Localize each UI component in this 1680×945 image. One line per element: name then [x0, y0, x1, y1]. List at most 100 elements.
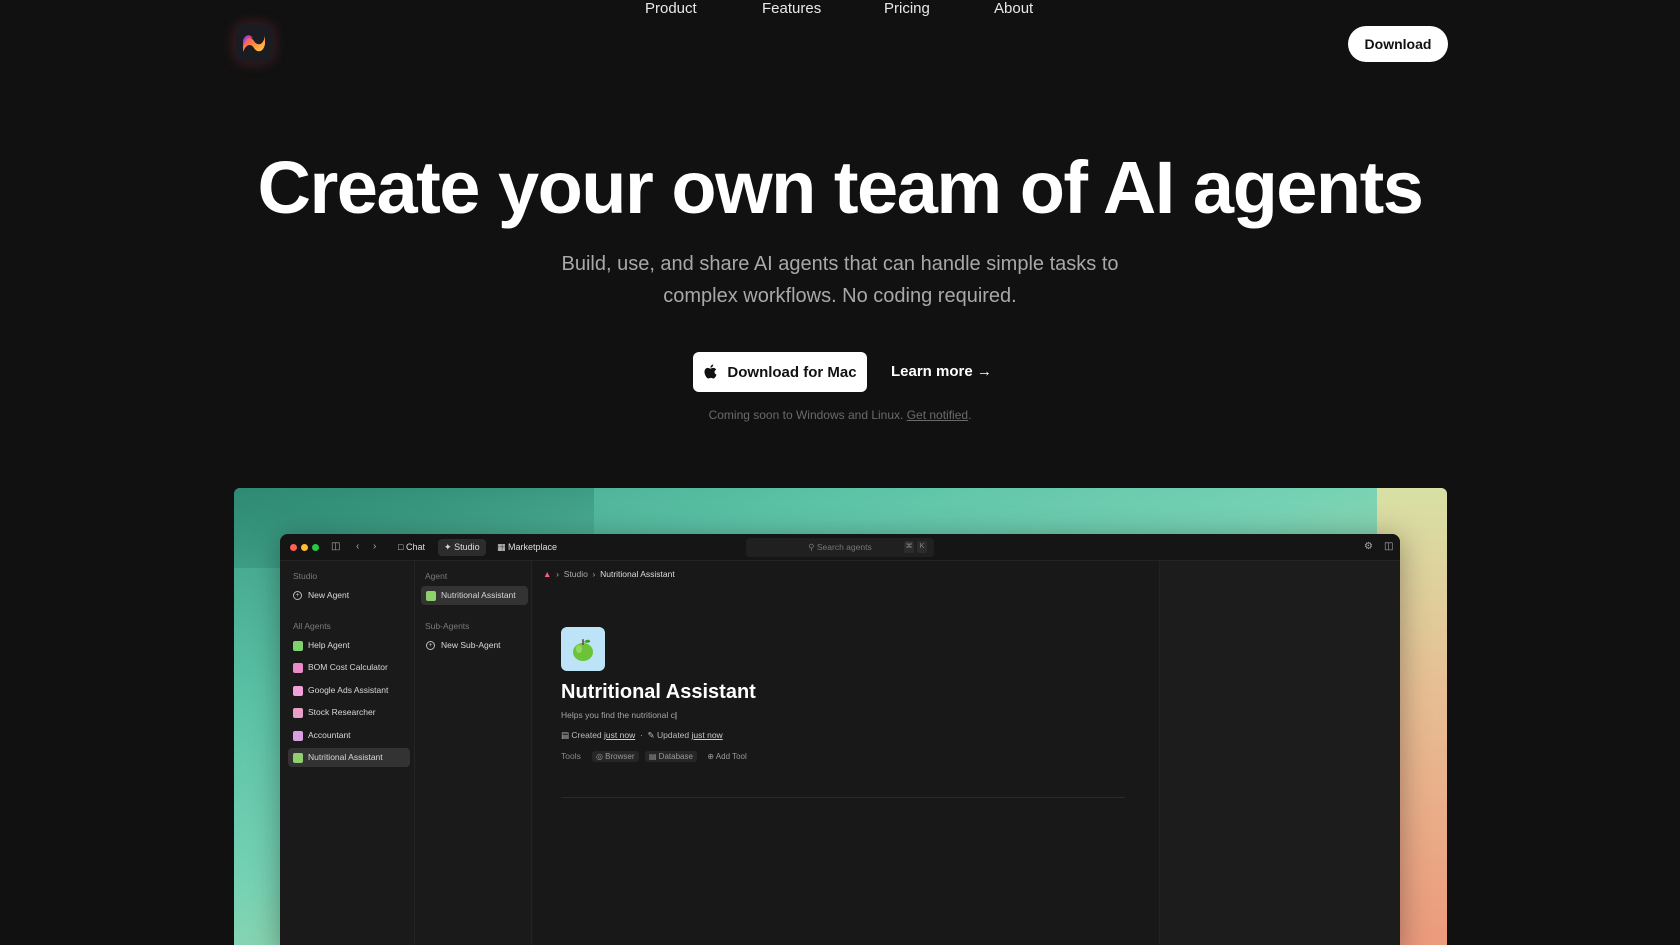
app-logo[interactable]: [235, 24, 273, 62]
help-agent-icon: [293, 641, 303, 651]
globe-icon: ◎: [595, 752, 603, 761]
search-agents-input[interactable]: ⚲ Search agents ⌘ K: [746, 538, 934, 557]
close-window-dot[interactable]: [290, 544, 297, 551]
agent-structure-panel: Agent Nutritional Assistant Sub-Agents +…: [416, 561, 532, 945]
search-placeholder: Search agents: [816, 542, 872, 552]
nav-features[interactable]: Features: [762, 0, 821, 17]
forward-icon[interactable]: ›: [373, 541, 376, 553]
breadcrumb: ▲ › Studio › Nutritional Assistant: [543, 569, 675, 579]
sidebar-item-label: Nutritional Assistant: [308, 752, 383, 762]
ads-icon: [293, 686, 303, 696]
plus-circle-icon: +: [293, 591, 302, 600]
created-value: just now: [604, 730, 636, 740]
sidebar-item-google-ads-assistant[interactable]: Google Ads Assistant: [288, 681, 408, 700]
new-agent-label: New Agent: [308, 590, 350, 600]
plus-circle-icon: ⊕: [707, 752, 714, 761]
tab-marketplace[interactable]: ▦ Marketplace: [491, 539, 563, 556]
chat-icon: □: [398, 542, 404, 552]
agent-name-title[interactable]: Nutritional Assistant: [561, 681, 756, 704]
logo-icon: [243, 35, 265, 52]
updated-value: just now: [691, 730, 723, 740]
app-window: ◫ ‹ › □ Chat ✦ Studio ▦ Marketplace ⚲ Se…: [280, 534, 1400, 945]
tool-chip-label: Browser: [605, 752, 635, 761]
download-for-mac-button[interactable]: Download for Mac: [693, 352, 867, 392]
tool-chip-database[interactable]: ▤ Database: [644, 751, 697, 762]
studio-section-label: Studio: [293, 571, 318, 581]
nav-download-button[interactable]: Download: [1348, 26, 1448, 62]
tab-studio[interactable]: ✦ Studio: [438, 539, 486, 556]
plus-circle-icon: +: [426, 641, 435, 650]
download-for-mac-label: Download for Mac: [727, 363, 857, 381]
back-icon[interactable]: ‹: [356, 541, 359, 553]
panel-toggle-icon[interactable]: ◫: [1384, 541, 1393, 553]
green-apple-icon: [573, 639, 593, 661]
ledger-icon: [293, 731, 303, 741]
tab-studio-label: Studio: [454, 542, 480, 552]
database-icon: ▤: [648, 752, 657, 761]
sidebar-toggle-icon[interactable]: ◫: [331, 541, 340, 553]
tab-chat[interactable]: □ Chat: [392, 539, 431, 556]
gear-icon[interactable]: ⚙: [1364, 541, 1373, 553]
get-notified-link[interactable]: Get notified: [907, 408, 968, 422]
add-tool-button[interactable]: ⊕ Add Tool: [703, 751, 750, 762]
store-icon: ▦: [497, 542, 506, 552]
shortcut-cmd-key: ⌘: [904, 541, 914, 553]
breadcrumb-studio[interactable]: Studio: [564, 569, 588, 579]
updated-label: Updated: [657, 730, 690, 740]
pencil-icon: ✎: [647, 730, 655, 740]
calendar-icon: ▤: [561, 730, 570, 740]
breadcrumb-current: Nutritional Assistant: [600, 569, 675, 579]
agent-item-label: Nutritional Assistant: [441, 590, 516, 600]
app-titlebar: ◫ ‹ › □ Chat ✦ Studio ▦ Marketplace ⚲ Se…: [280, 534, 1400, 561]
hero-title: Create your own team of AI agents: [257, 146, 1424, 229]
tools-label: Tools: [561, 751, 581, 761]
content-divider: [561, 797, 1125, 798]
right-panel: [1159, 561, 1400, 945]
coming-soon-period: .: [968, 408, 972, 422]
nav-pricing[interactable]: Pricing: [884, 0, 930, 17]
agent-meta: ▤ Created just now · ✎ Updated just now: [561, 730, 723, 740]
sidebar-item-label: Help Agent: [308, 640, 350, 650]
maximize-window-dot[interactable]: [312, 544, 319, 551]
agent-description-input[interactable]: Helps you find the nutritional c|: [561, 710, 677, 720]
new-sub-agent-label: New Sub-Agent: [441, 640, 501, 650]
sparkle-icon: ✦: [444, 542, 452, 552]
hero-subtitle: Build, use, and share AI agents that can…: [561, 253, 1119, 307]
tool-chip-label: Database: [658, 752, 693, 761]
agent-editor: ▲ › Studio › Nutritional Assistant Nutri…: [533, 561, 1159, 945]
created-label: Created: [571, 730, 602, 740]
agent-section-label: Agent: [425, 571, 448, 581]
logo-small-icon: ▲: [543, 569, 552, 579]
nav-product[interactable]: Product: [645, 0, 697, 17]
apple-fruit-icon: [293, 753, 303, 763]
all-agents-label: All Agents: [293, 621, 331, 631]
new-agent-button[interactable]: + New Agent: [288, 586, 408, 605]
agent-item-nutritional-assistant[interactable]: Nutritional Assistant: [421, 586, 528, 605]
add-tool-label: Add Tool: [715, 752, 747, 761]
tab-chat-label: Chat: [405, 542, 425, 552]
tool-chip-browser[interactable]: ◎ Browser: [591, 751, 639, 762]
tools-row: Tools ◎ Browser ▤ Database ⊕ Add Tool: [561, 751, 751, 762]
agent-avatar[interactable]: [561, 627, 605, 671]
minimize-window-dot[interactable]: [301, 544, 308, 551]
sidebar-item-accountant[interactable]: Accountant: [288, 726, 408, 745]
apple-icon: [704, 364, 717, 379]
chart-icon: [293, 708, 303, 718]
sidebar-item-help-agent[interactable]: Help Agent: [288, 636, 408, 655]
coming-soon-note: Coming soon to Windows and Linux. Get no…: [0, 408, 1680, 422]
sidebar-item-label: Accountant: [308, 730, 351, 740]
sidebar-item-label: Stock Researcher: [308, 707, 376, 717]
shortcut-k-key: K: [917, 541, 927, 553]
apple-fruit-icon: [426, 591, 436, 601]
nav-about[interactable]: About: [994, 0, 1033, 17]
sidebar-item-stock-researcher[interactable]: Stock Researcher: [288, 703, 408, 722]
sidebar-item-nutritional-assistant[interactable]: Nutritional Assistant: [288, 748, 410, 767]
agents-sidebar: Studio + New Agent All Agents Help Agent…: [280, 561, 415, 945]
sidebar-item-bom-cost-calculator[interactable]: BOM Cost Calculator: [288, 658, 408, 677]
agent-description-text: Helps you find the nutritional c: [561, 710, 675, 720]
product-screenshot-frame: ◫ ‹ › □ Chat ✦ Studio ▦ Marketplace ⚲ Se…: [234, 488, 1447, 945]
sidebar-item-label: BOM Cost Calculator: [308, 662, 388, 672]
learn-more-link[interactable]: Learn more →: [891, 363, 992, 380]
new-sub-agent-button[interactable]: + New Sub-Agent: [421, 636, 528, 655]
calculator-icon: [293, 663, 303, 673]
